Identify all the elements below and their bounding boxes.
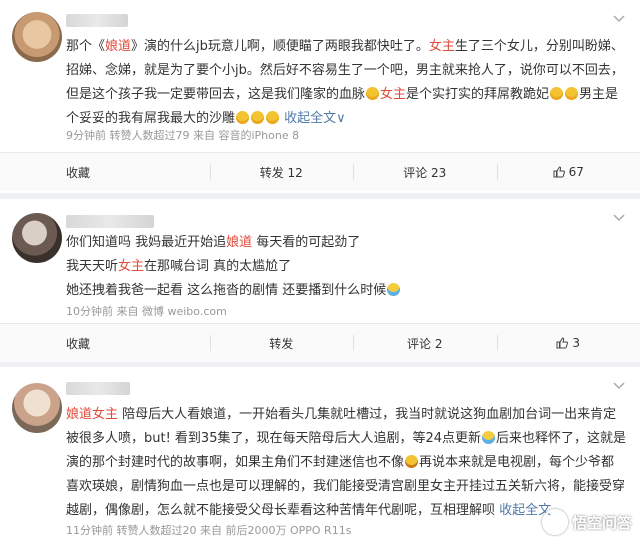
content-text: 你们知道吗 我妈最近开始追: [66, 235, 227, 250]
action-bar: 收藏 转发 12 评论 23 67: [0, 152, 640, 191]
avatar[interactable]: [12, 213, 62, 263]
keyword-highlight[interactable]: 娘道: [66, 407, 92, 422]
keyword-highlight[interactable]: 娘道: [226, 235, 252, 250]
emoji-icon: [550, 87, 564, 100]
collapse-text-link[interactable]: ∨: [336, 111, 346, 126]
content-text: 演的那个封建时代的故事啊，如果主角们不封建迷信也不像: [66, 455, 405, 470]
content-text: 是个实打实的拜屌教跪妃: [406, 87, 550, 102]
content-text: 被很多人喷，but! 看到35集了，现在每天陪母后大人追剧，等24点更新: [66, 431, 482, 446]
chevron-down-icon[interactable]: [612, 14, 626, 26]
content-text: 陪母后大人看娘道，一开始看头几集就吐槽过，我当时就说这狗血剧加台词一出来肯定: [118, 407, 617, 422]
username-redacted[interactable]: [66, 215, 154, 228]
emoji-icon: [251, 111, 265, 124]
content-line: 但是这个孩子我一定要带回去，这是我们隆家的血脉 女主是个实打实的拜屌教跪妃 男主是: [66, 83, 624, 107]
content-text: 每天看的可起劲了: [252, 235, 361, 250]
username-redacted[interactable]: [66, 382, 130, 395]
emoji-icon: [482, 431, 496, 444]
emoji-icon: [565, 87, 579, 100]
toutiao-logo-icon: [541, 509, 568, 535]
keyword-highlight[interactable]: 女主: [92, 407, 118, 422]
username-redacted[interactable]: [66, 14, 128, 27]
comment-button[interactable]: 评论 23: [353, 153, 497, 191]
content-text: 在那喊台词 真的太尴尬了: [144, 259, 292, 274]
thumbs-up-icon: [556, 337, 569, 349]
emoji-icon: [405, 455, 419, 468]
chevron-down-icon[interactable]: [612, 381, 626, 393]
content-line: 越剧，偶像剧，怎么就不能接受父母长辈看这种苦情年代剧呢，互相理解呗 收起全文: [66, 499, 624, 523]
content-text: 招娣、念娣，就是为了要个小jb。然后好不容易生了一个吧，男主就来抢人了，说你可以…: [66, 63, 624, 78]
like-button[interactable]: 3: [496, 324, 640, 362]
chevron-down-icon[interactable]: [612, 213, 626, 225]
content-line: 那个《娘道》演的什么jb玩意儿啊，顺便瞄了两眼我都快吐了。女主生了三个女儿，分别…: [66, 35, 624, 59]
action-bar: 收藏 转发 评论 2 3: [0, 323, 640, 362]
comment-button[interactable]: 评论 2: [353, 324, 497, 362]
content-text: 个妥妥的我有屌我最大的沙雕: [66, 111, 236, 126]
post-content: 你们知道吗 我妈最近开始追娘道 每天看的可起劲了 我天天听女主在那喊台词 真的太尴…: [66, 231, 624, 303]
content-line: 她还拽着我爸一起看 这么拖沓的剧情 还要播到什么时候: [66, 279, 624, 303]
post-content: 娘道女主 陪母后大人看娘道，一开始看头几集就吐槽过，我当时就说这狗血剧加台词一出…: [66, 403, 627, 523]
repost-button[interactable]: 转发: [209, 324, 354, 362]
post-meta: 10分钟前 来自 微博 weibo.com: [66, 305, 227, 318]
collect-button[interactable]: 收藏: [0, 153, 210, 191]
thumbs-up-icon: [553, 166, 565, 178]
emoji-icon: [266, 111, 280, 124]
content-line: 我天天听女主在那喊台词 真的太尴尬了: [66, 255, 624, 279]
content-text: 但是这个孩子我一定要带回去，这是我们隆家的血脉: [66, 87, 366, 102]
emoji-icon: [366, 87, 380, 100]
content-line: 娘道女主 陪母后大人看娘道，一开始看头几集就吐槽过，我当时就说这狗血剧加台词一出…: [66, 403, 624, 427]
content-text: 生了三个女儿，分别叫盼娣、: [454, 39, 624, 54]
content-line: 喜欢瑛娘，剧情狗血一点也是可以理解的，我们能接受清宫剧里女主开挂过五关斩六将，能…: [66, 475, 626, 499]
collapse-text-link[interactable]: 收起全文: [284, 111, 336, 126]
content-text: 喜欢瑛娘，剧情狗血一点也是可以理解的，我们能接受清宫剧里女主开挂过五关斩六将，能…: [66, 479, 626, 494]
content-text: 》演的什么jb玩意儿啊，顺便瞄了两眼我都快吐了。: [131, 39, 429, 54]
avatar[interactable]: [12, 12, 62, 62]
post-meta: 9分钟前 转赞人数超过79 来自 容音的iPhone 8: [66, 129, 300, 142]
keyword-highlight[interactable]: 女主: [118, 259, 144, 274]
content-text: 她还拽着我爸一起看 这么拖沓的剧情 还要播到什么时候: [66, 283, 387, 298]
content-text: 再说本来就是电视剧，每个少爷都: [419, 455, 615, 470]
repost-button[interactable]: 转发 12: [209, 153, 354, 191]
post-card-1: 那个《娘道》演的什么jb玩意儿啊，顺便瞄了两眼我都快吐了。女主生了三个女儿，分别…: [0, 0, 640, 193]
content-text: 男主是: [579, 87, 619, 102]
content-text: 那个《: [66, 39, 106, 54]
emoji-icon: [387, 283, 401, 296]
post-card-2: 你们知道吗 我妈最近开始追娘道 每天看的可起劲了 我天天听女主在那喊台词 真的太尴…: [0, 199, 640, 362]
post-meta: 11分钟前 转赞人数超过20 来自 前后2000万 OPPO R11s: [66, 524, 352, 537]
keyword-highlight[interactable]: 女主: [380, 87, 406, 102]
content-text: 后来也释怀了，这就是: [496, 431, 627, 446]
content-line: 演的那个封建时代的故事啊，如果主角们不封建迷信也不像 再说本来就是电视剧，每个少爷…: [66, 451, 624, 475]
content-text: 越剧，偶像剧，怎么就不能接受父母长辈看这种苦情年代剧呢，互相理解呗: [66, 503, 496, 518]
content-line: 招娣、念娣，就是为了要个小jb。然后好不容易生了一个吧，男主就来抢人了，说你可以…: [66, 59, 624, 83]
content-text: 我天天听: [66, 259, 119, 274]
keyword-highlight[interactable]: 娘道: [105, 39, 131, 54]
emoji-icon: [236, 111, 250, 124]
avatar[interactable]: [12, 383, 62, 433]
keyword-highlight[interactable]: 女主: [429, 39, 455, 54]
watermark: 悟空问答: [541, 509, 632, 535]
like-button[interactable]: 67: [496, 153, 640, 191]
content-line: 被很多人喷，but! 看到35集了，现在每天陪母后大人追剧，等24点更新 后来也释…: [66, 427, 627, 451]
collect-button[interactable]: 收藏: [0, 324, 210, 362]
content-line: 你们知道吗 我妈最近开始追娘道 每天看的可起劲了: [66, 231, 624, 255]
post-content: 那个《娘道》演的什么jb玩意儿啊，顺便瞄了两眼我都快吐了。女主生了三个女儿，分别…: [66, 35, 624, 131]
